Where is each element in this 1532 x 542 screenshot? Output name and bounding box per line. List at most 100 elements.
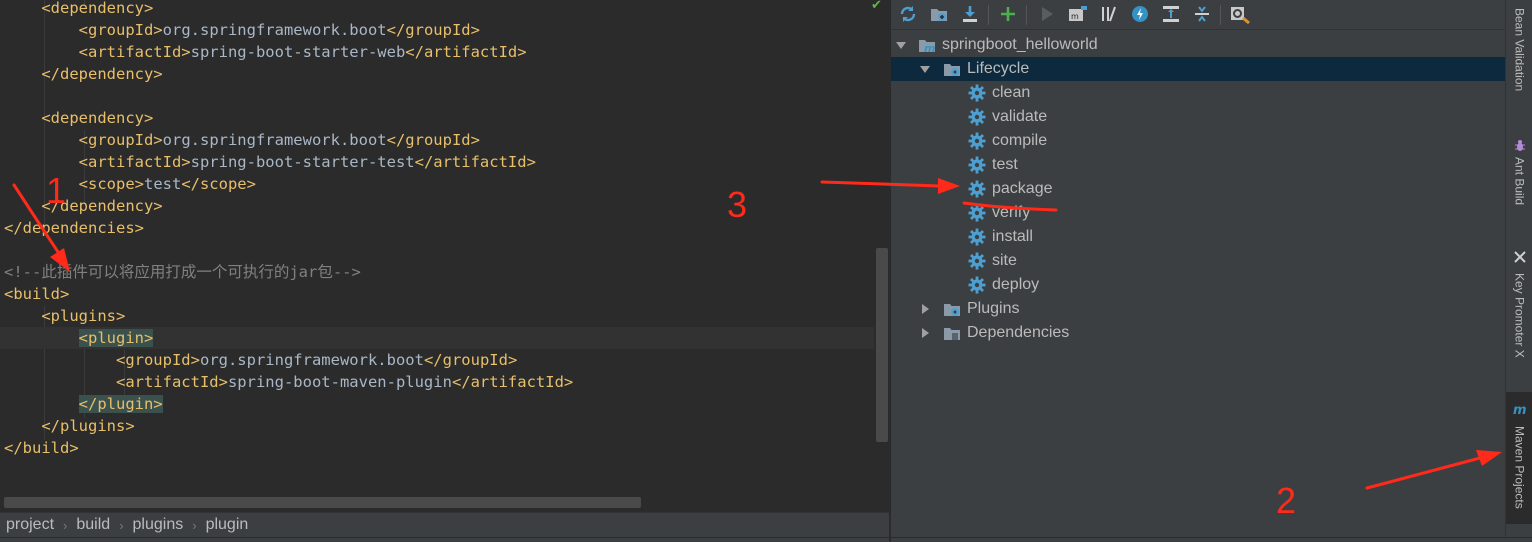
code-line[interactable] xyxy=(0,85,874,107)
code-tag: </groupId> xyxy=(423,351,518,369)
code-tag: </plugins> xyxy=(41,417,135,435)
vertical-scrollbar[interactable] xyxy=(876,248,888,442)
inspection-ok-icon[interactable]: ✔ xyxy=(871,0,887,12)
code-tag: </groupId> xyxy=(386,21,480,39)
breadcrumb-separator: › xyxy=(192,517,197,533)
gear-icon xyxy=(968,204,986,222)
svg-text:m: m xyxy=(924,42,935,54)
code-line[interactable]: <scope>test</scope> xyxy=(0,173,874,195)
collapse-arrow-icon[interactable] xyxy=(919,327,931,339)
tab-ant-build[interactable]: Ant Build xyxy=(1506,132,1532,216)
show-dependencies-icon[interactable] xyxy=(1160,3,1182,25)
code-line[interactable]: <dependency> xyxy=(0,107,874,129)
lifecycle-label: Lifecycle xyxy=(967,60,1030,77)
goal-row-test[interactable]: test xyxy=(891,153,1505,177)
code-line[interactable]: </plugin> xyxy=(0,393,874,415)
code-tag: <groupId> xyxy=(78,21,163,39)
code-text: spring-boot-starter-web xyxy=(190,43,406,61)
goal-row-validate[interactable]: validate xyxy=(891,105,1505,129)
goal-row-package[interactable]: package xyxy=(891,177,1505,201)
code-line[interactable]: <artifactId>spring-boot-starter-web</art… xyxy=(0,41,874,63)
tab-bean-validation[interactable]: Bean Validation xyxy=(1506,0,1532,100)
generate-sources-icon[interactable] xyxy=(928,3,950,25)
code-line[interactable]: <plugin> xyxy=(0,327,874,349)
goal-label: validate xyxy=(992,108,1048,125)
code-tag: </groupId> xyxy=(386,131,480,149)
code-tag: </artifactId> xyxy=(414,153,536,171)
breadcrumb-separator: › xyxy=(119,517,124,533)
code-line[interactable]: </dependency> xyxy=(0,63,874,85)
code-tag: <dependency> xyxy=(41,109,154,127)
goal-label: test xyxy=(992,156,1018,173)
code-line[interactable]: </dependencies> xyxy=(0,217,874,239)
breadcrumb-item-plugin[interactable]: plugin xyxy=(206,516,249,534)
tab-maven-projects[interactable]: m Maven Projects xyxy=(1506,392,1532,524)
tree-row-dependencies[interactable]: Dependencies xyxy=(891,321,1505,345)
breadcrumb-item-build[interactable]: build xyxy=(76,516,110,534)
goal-row-compile[interactable]: compile xyxy=(891,129,1505,153)
code-line[interactable] xyxy=(0,239,874,261)
reimport-icon[interactable] xyxy=(897,3,919,25)
execute-goal-icon[interactable]: m xyxy=(1067,3,1089,25)
settings-icon[interactable] xyxy=(1229,3,1251,25)
goal-label: deploy xyxy=(992,276,1040,293)
expand-arrow-icon[interactable] xyxy=(919,63,931,75)
code-tag: </dependencies> xyxy=(4,219,144,237)
goal-row-deploy[interactable]: deploy xyxy=(891,273,1505,297)
goal-label: clean xyxy=(992,84,1031,101)
code-line[interactable]: <build> xyxy=(0,283,874,305)
plugins-label: Plugins xyxy=(967,300,1020,317)
code-editor[interactable]: <dependency> <groupId>org.springframewor… xyxy=(0,0,889,512)
gear-icon xyxy=(968,84,986,102)
code-line[interactable]: <!--此插件可以将应用打成一个可执行的jar包--> xyxy=(0,261,874,283)
code-line[interactable]: <groupId>org.springframework.boot</group… xyxy=(0,349,874,371)
gear-icon xyxy=(968,156,986,174)
right-tool-strip: Bean Validation Ant Build Key Promoter X… xyxy=(1505,0,1532,537)
code-line[interactable]: </plugins> xyxy=(0,415,874,437)
run-icon[interactable] xyxy=(1036,3,1058,25)
add-icon[interactable] xyxy=(997,3,1019,25)
maven-module-icon: m xyxy=(919,40,935,54)
gear-icon xyxy=(968,132,986,150)
tab-key-promoter-x[interactable]: Key Promoter X xyxy=(1506,244,1532,372)
breadcrumb-item-plugins[interactable]: plugins xyxy=(133,516,184,534)
code-text: org.springframework.boot xyxy=(199,351,424,369)
goal-row-site[interactable]: site xyxy=(891,249,1505,273)
skip-tests-icon[interactable] xyxy=(1129,3,1151,25)
code-line[interactable]: <groupId>org.springframework.boot</group… xyxy=(0,129,874,151)
code-line[interactable]: <artifactId>spring-boot-starter-test</ar… xyxy=(0,151,874,173)
toggle-offline-icon[interactable] xyxy=(1097,3,1119,25)
code-tag: <build> xyxy=(4,285,70,303)
collapse-arrow-icon[interactable] xyxy=(919,303,931,315)
code-text: org.springframework.boot xyxy=(162,21,387,39)
tree-row-plugins[interactable]: Plugins xyxy=(891,297,1505,321)
plugins-folder-icon xyxy=(944,304,960,316)
code-tag: </build> xyxy=(4,439,79,457)
code-line[interactable]: <artifactId>spring-boot-maven-plugin</ar… xyxy=(0,371,874,393)
code-line[interactable]: <dependency> xyxy=(0,0,874,19)
collapse-all-icon[interactable] xyxy=(1191,3,1213,25)
horizontal-scrollbar[interactable] xyxy=(4,497,641,508)
goal-row-clean[interactable]: clean xyxy=(891,81,1505,105)
goal-row-install[interactable]: install xyxy=(891,225,1505,249)
expand-arrow-icon[interactable] xyxy=(895,39,907,51)
status-strip xyxy=(0,537,1532,542)
dependencies-label: Dependencies xyxy=(967,324,1070,341)
tree-row-lifecycle[interactable]: Lifecycle xyxy=(891,57,1505,81)
download-icon[interactable] xyxy=(959,3,981,25)
tab-label: Ant Build xyxy=(1512,156,1527,206)
tree-row-project[interactable]: m springboot_helloworld xyxy=(891,33,1505,57)
code-text: org.springframework.boot xyxy=(162,131,387,149)
code-line[interactable]: </dependency> xyxy=(0,195,874,217)
breadcrumb-item-project[interactable]: project xyxy=(6,516,54,534)
code-line[interactable]: <groupId>org.springframework.boot</group… xyxy=(0,19,874,41)
code-tag: </dependency> xyxy=(41,65,163,83)
goal-row-verify[interactable]: verify xyxy=(891,201,1505,225)
code-line[interactable]: <plugins> xyxy=(0,305,874,327)
code-line[interactable]: </build> xyxy=(0,437,874,459)
code-text: spring-boot-starter-test xyxy=(190,153,415,171)
code-text: test xyxy=(143,175,182,193)
